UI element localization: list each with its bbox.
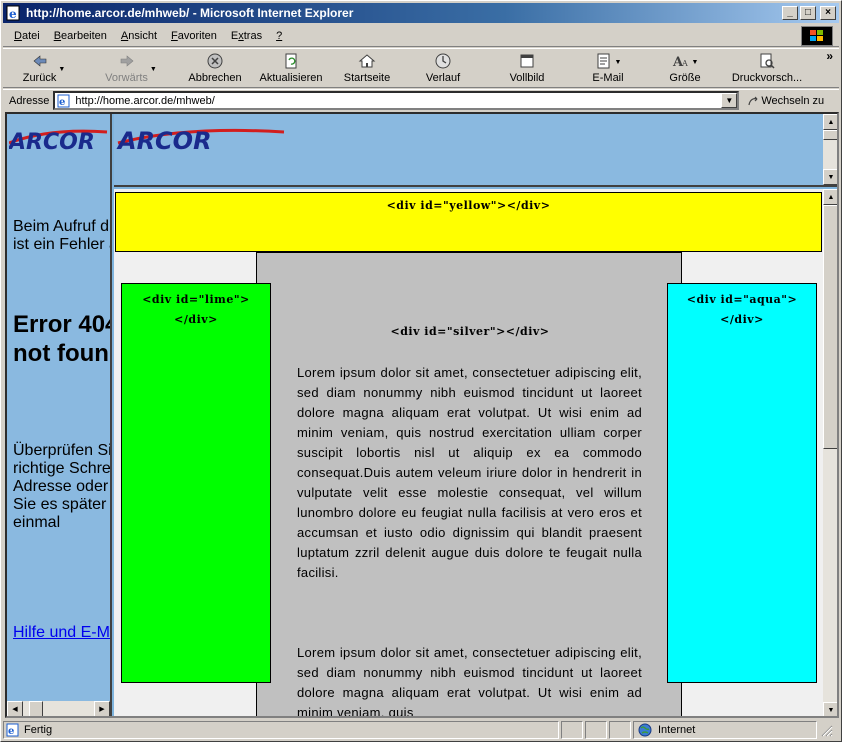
menu-favoriten[interactable]: Favoriten [164,30,224,42]
history-icon [435,53,451,69]
toolbar-overflow-button[interactable]: » [826,49,833,63]
lorem-paragraph-1: Lorem ipsum dolor sit amet, consectetuer… [297,365,642,580]
error-message: Beim Aufruf dieser Seite ist ein Fehler … [13,218,110,253]
fullscreen-icon [520,54,534,68]
lime-div-label-close: </div> [174,313,218,326]
silver-div: <div id="silver"></div> Lorem ipsum dolo… [256,252,682,718]
lorem-paragraph-2: Lorem ipsum dolor sit amet, consectetuer… [297,645,642,718]
scroll-up-icon[interactable]: ▲ [823,189,837,205]
svg-text:A: A [681,59,688,68]
error-hint: Überprüfen Sie bitte die richtige Schrei… [13,442,112,531]
top-frame-vscrollbar[interactable]: ▲ ▼ [823,114,837,185]
menu-bar: Datei Bearbeiten Ansicht Favoriten Extra… [3,25,839,47]
resize-grip-icon[interactable] [819,723,833,737]
go-arrow-icon [748,96,758,105]
hscroll-thumb[interactable] [29,701,43,716]
mail-dropdown-icon[interactable]: ▼ [615,59,622,66]
silver-div-label: <div id="silver"></div> [390,325,550,338]
top-frame: ARCOR ▲ ▼ [114,114,837,187]
stop-button[interactable]: Abbrechen [177,49,253,87]
print-preview-button[interactable]: Druckvorsch... [727,49,807,87]
maximize-button[interactable]: □ [800,6,816,20]
svg-text:e: e [59,97,65,108]
scroll-up-icon[interactable]: ▲ [823,114,837,130]
back-button[interactable]: Zurück ▼ [3,49,85,87]
svg-text:ARCOR: ARCOR [116,127,212,154]
aqua-div-label-close: </div> [720,313,764,326]
browser-window: e http://home.arcor.de/mhweb/ - Microsof… [0,0,842,742]
scroll-down-icon[interactable]: ▼ [823,169,837,185]
refresh-button[interactable]: Aktualisieren [253,49,329,87]
svg-text:ARCOR: ARCOR [9,130,95,154]
status-text-panel: e Fertig [3,721,559,739]
address-bar: Adresse e http://home.arcor.de/mhweb/ ▼ … [3,89,839,111]
menu-extras[interactable]: Extras [224,30,269,42]
status-cell [585,721,607,739]
page-done-icon: e [6,723,19,737]
address-label: Adresse [9,94,50,107]
help-contact-link[interactable]: Hilfe und E-Mail-Kontakt [13,624,110,642]
lime-div: <div id="lime"> </div> [121,283,271,683]
back-arrow-icon [33,55,46,67]
refresh-icon [285,53,297,69]
vscroll-thumb[interactable] [823,205,837,449]
font-size-dropdown-icon[interactable]: ▼ [692,59,699,66]
svg-text:e: e [9,7,17,21]
mail-icon [597,53,610,69]
arcor-logo-left: ARCOR [9,129,108,154]
fullscreen-button[interactable]: Vollbild [481,49,573,87]
main-frame-vscrollbar[interactable]: ▲ ▼ [823,189,837,716]
security-zone-panel: Internet [633,721,817,739]
arcor-logo-top: ARCOR [116,127,285,154]
address-input[interactable]: e http://home.arcor.de/mhweb/ ▼ [53,91,740,110]
home-button[interactable]: Startseite [329,49,405,87]
svg-text:e: e [8,726,14,737]
page-icon: e [57,94,70,108]
window-title: http://home.arcor.de/mhweb/ - Microsoft … [26,6,354,20]
aqua-div: <div id="aqua"> </div> [667,283,817,683]
globe-icon [638,723,652,737]
menu-help[interactable]: ? [269,30,289,42]
back-dropdown-icon[interactable]: ▼ [58,66,65,73]
forward-button[interactable]: Vorwärts ▼ [85,49,177,87]
status-cell [609,721,631,739]
title-bar[interactable]: e http://home.arcor.de/mhweb/ - Microsof… [3,3,839,23]
windows-logo-icon [801,26,833,46]
aqua-div-label-open: <div id="aqua"> [686,293,798,306]
error-title: Error 404 - File not found [13,311,110,367]
page-content: ARCOR Beim Aufruf dieser Seite ist ein F… [5,112,839,718]
main-frame: <div id="yellow"></div> <div id="silver"… [114,189,837,718]
lime-div-label-open: <div id="lime"> [142,293,250,306]
menu-bearbeiten[interactable]: Bearbeiten [47,30,114,42]
mail-button[interactable]: ▼ E-Mail [573,49,643,87]
menu-datei[interactable]: Datei [7,30,47,42]
status-cell [561,721,583,739]
history-button[interactable]: Verlauf [405,49,481,87]
minimize-button[interactable]: _ [782,6,798,20]
left-frame: ARCOR Beim Aufruf dieser Seite ist ein F… [7,114,112,716]
font-size-icon: AA [672,55,688,70]
print-preview-icon [760,53,775,69]
toolbar: Zurück ▼ Vorwärts ▼ Abbrechen Aktualisie… [3,48,839,88]
stop-icon [207,53,223,69]
forward-dropdown-icon[interactable]: ▼ [150,66,157,73]
go-button[interactable]: Wechseln zu [747,95,824,107]
address-dropdown-icon[interactable]: ▼ [721,93,738,108]
left-frame-hscrollbar[interactable]: ◀ ▶ [7,701,110,716]
font-size-button[interactable]: AA ▼ Größe [643,49,727,87]
ie-page-icon: e [6,5,20,21]
status-bar: e Fertig Internet [3,720,839,740]
menu-ansicht[interactable]: Ansicht [114,30,164,42]
forward-arrow-icon [120,55,133,67]
close-button[interactable]: × [820,6,836,20]
address-url: http://home.arcor.de/mhweb/ [75,94,215,107]
scroll-left-icon[interactable]: ◀ [7,701,23,716]
scroll-down-icon[interactable]: ▼ [823,702,837,716]
home-icon [358,54,376,68]
yellow-div: <div id="yellow"></div> [115,192,822,252]
vscroll-thumb[interactable] [823,130,837,140]
scroll-right-icon[interactable]: ▶ [94,701,110,716]
